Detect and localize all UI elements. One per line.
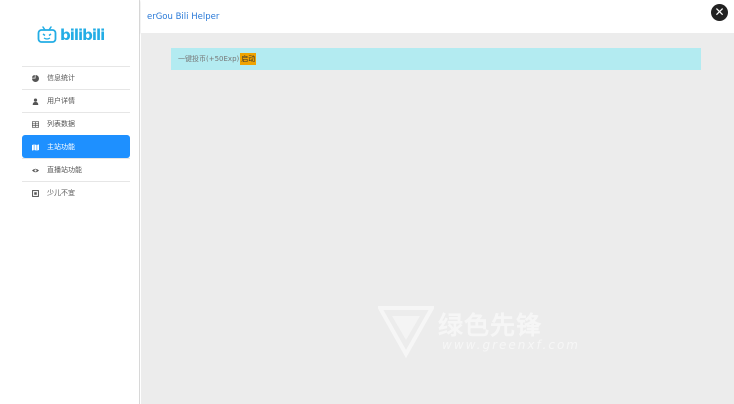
- tv-logo-icon: [37, 26, 57, 43]
- sidebar-item-user-details[interactable]: 用户详情: [22, 89, 130, 112]
- eye-icon: [32, 168, 39, 172]
- table-icon: [32, 120, 39, 128]
- watermark-logo-icon: [378, 306, 434, 358]
- pie-chart-icon: [32, 74, 39, 82]
- map-icon: [32, 143, 39, 151]
- close-icon: ✕: [714, 5, 725, 19]
- bilibili-logo[interactable]: bilibili: [37, 24, 107, 46]
- square-icon: [32, 189, 39, 197]
- header: erGou Bili Helper ✕: [141, 0, 734, 33]
- sidebar-item-live[interactable]: 直播站功能: [22, 158, 130, 181]
- start-button[interactable]: 启动: [240, 53, 257, 65]
- sidebar-item-label: 信息统计: [47, 74, 75, 82]
- page-title: erGou Bili Helper: [147, 12, 220, 22]
- sidebar-nav: 信息统计 用户详情 列表数据 主站功能 直播站功能 少儿不宜: [22, 66, 130, 204]
- sidebar-item-adult[interactable]: 少儿不宜: [22, 181, 130, 204]
- sidebar-item-stats[interactable]: 信息统计: [22, 66, 130, 89]
- watermark-url: www.greenxf.com: [442, 338, 580, 352]
- sidebar-item-list-data[interactable]: 列表数据: [22, 112, 130, 135]
- logo-text: bilibili: [60, 26, 105, 44]
- user-icon: [32, 97, 39, 105]
- alert-text: 一键投币(+50Exp): [178, 55, 240, 63]
- coin-task-alert: 一键投币(+50Exp) 启动: [171, 48, 701, 70]
- sidebar-item-label: 列表数据: [47, 120, 75, 128]
- sidebar-item-label: 主站功能: [47, 143, 75, 151]
- sidebar-item-label: 直播站功能: [47, 166, 82, 174]
- sidebar: bilibili 信息统计 用户详情 列表数据 主站功能 直播站功能 少儿不宜: [0, 0, 140, 404]
- close-button[interactable]: ✕: [711, 4, 728, 21]
- sidebar-item-main-site[interactable]: 主站功能: [22, 135, 130, 158]
- sidebar-item-label: 少儿不宜: [47, 189, 75, 197]
- watermark-text: 绿色先锋: [438, 311, 543, 340]
- watermark: 绿色先锋 www.greenxf.com: [378, 302, 578, 358]
- sidebar-item-label: 用户详情: [47, 97, 75, 105]
